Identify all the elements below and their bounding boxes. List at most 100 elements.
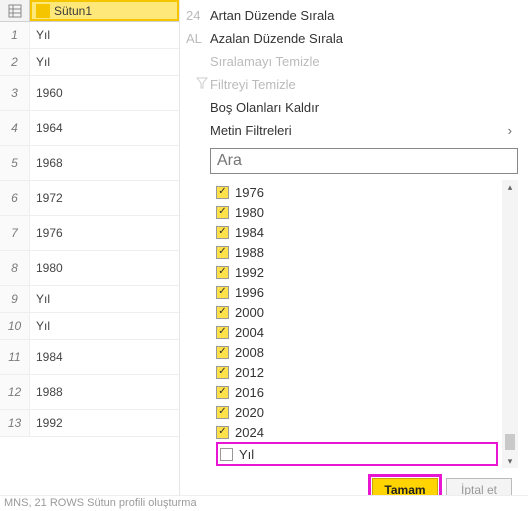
filter-value-label: 1988 bbox=[235, 245, 264, 260]
funnel-icon bbox=[196, 77, 210, 89]
row-number: 2 bbox=[0, 49, 30, 75]
remove-empty[interactable]: Boş Olanları Kaldır bbox=[190, 96, 518, 119]
row-number: 7 bbox=[0, 216, 30, 250]
row-number: 13 bbox=[0, 410, 30, 436]
row-number: 3 bbox=[0, 76, 30, 110]
filter-value-label: 2008 bbox=[235, 345, 264, 360]
filter-value-item[interactable]: ✓ 2024 bbox=[216, 422, 498, 442]
table-row[interactable]: 9Yıl bbox=[0, 286, 179, 313]
cell-value: Yıl bbox=[30, 286, 179, 312]
cell-value: 1972 bbox=[30, 181, 179, 215]
row-number: 1 bbox=[0, 22, 30, 48]
cell-value: 1960 bbox=[30, 76, 179, 110]
table-row[interactable]: 111984 bbox=[0, 340, 179, 375]
table-row[interactable]: 1Yıl bbox=[0, 22, 179, 49]
cell-value: 1968 bbox=[30, 146, 179, 180]
row-number: 6 bbox=[0, 181, 30, 215]
row-number: 9 bbox=[0, 286, 30, 312]
filter-value-item[interactable]: ✓ 1996 bbox=[216, 282, 498, 302]
filter-value-item[interactable]: ✓ 1980 bbox=[216, 202, 498, 222]
filter-value-label: 1980 bbox=[235, 205, 264, 220]
table-row[interactable]: 41964 bbox=[0, 111, 179, 146]
filter-value-item[interactable]: ✓ 2020 bbox=[216, 402, 498, 422]
checkbox-icon: ✓ bbox=[216, 186, 229, 199]
search-input[interactable] bbox=[210, 148, 518, 174]
table-row[interactable]: 121988 bbox=[0, 375, 179, 410]
checkbox-icon: ✓ bbox=[216, 326, 229, 339]
table-row[interactable]: 51968 bbox=[0, 146, 179, 181]
checkbox-icon bbox=[220, 448, 233, 461]
cell-value: 1984 bbox=[30, 340, 179, 374]
filter-value-label: 2024 bbox=[235, 425, 264, 440]
filter-value-label: 2012 bbox=[235, 365, 264, 380]
checkbox-icon: ✓ bbox=[216, 406, 229, 419]
table-row[interactable]: 71976 bbox=[0, 216, 179, 251]
filter-value-item[interactable]: ✓ 2004 bbox=[216, 322, 498, 342]
filter-value-label: 1996 bbox=[235, 285, 264, 300]
scroll-up-icon[interactable]: ▴ bbox=[502, 180, 518, 194]
row-number: 8 bbox=[0, 251, 30, 285]
filter-value-label: 2020 bbox=[235, 405, 264, 420]
filter-value-item[interactable]: ✓ 1984 bbox=[216, 222, 498, 242]
scroll-thumb[interactable] bbox=[505, 434, 515, 450]
row-number: 10 bbox=[0, 313, 30, 339]
filter-value-item[interactable]: ✓ 1976 bbox=[216, 182, 498, 202]
filter-value-item[interactable]: ✓ 2008 bbox=[216, 342, 498, 362]
sort-ascending[interactable]: 24 Artan Düzende Sırala bbox=[190, 4, 518, 27]
column-header[interactable]: Sütun1 bbox=[30, 0, 179, 21]
sort-asc-icon: 24 bbox=[186, 8, 200, 23]
filter-value-label: 2004 bbox=[235, 325, 264, 340]
clear-filter: Filtreyi Temizle bbox=[190, 73, 518, 96]
checkbox-icon: ✓ bbox=[216, 266, 229, 279]
checkbox-icon: ✓ bbox=[216, 286, 229, 299]
checkbox-icon: ✓ bbox=[216, 306, 229, 319]
checkbox-icon: ✓ bbox=[216, 346, 229, 359]
table-row[interactable]: 10Yıl bbox=[0, 313, 179, 340]
cell-value: 1976 bbox=[30, 216, 179, 250]
checkbox-icon: ✓ bbox=[216, 386, 229, 399]
filter-menu: 24 Artan Düzende Sırala AL Azalan Düzend… bbox=[180, 0, 528, 495]
text-filters[interactable]: Metin Filtreleri bbox=[190, 119, 518, 142]
checkbox-icon: ✓ bbox=[216, 226, 229, 239]
sort-descending[interactable]: AL Azalan Düzende Sırala bbox=[190, 27, 518, 50]
checkbox-icon: ✓ bbox=[216, 426, 229, 439]
table-row[interactable]: 31960 bbox=[0, 76, 179, 111]
scroll-down-icon[interactable]: ▾ bbox=[502, 454, 518, 468]
cell-value: 1988 bbox=[30, 375, 179, 409]
checkbox-icon: ✓ bbox=[216, 246, 229, 259]
filter-value-label: 1984 bbox=[235, 225, 264, 240]
filter-value-item[interactable]: ✓ 1992 bbox=[216, 262, 498, 282]
cell-value: Yıl bbox=[30, 313, 179, 339]
filter-value-label: 1992 bbox=[235, 265, 264, 280]
cell-value: 1992 bbox=[30, 410, 179, 436]
status-bar: MNS, 21 ROWS Sütun profili oluşturma bbox=[0, 495, 528, 511]
filter-value-item[interactable]: ✓ 2000 bbox=[216, 302, 498, 322]
cell-value: 1980 bbox=[30, 251, 179, 285]
filter-value-label: 1976 bbox=[235, 185, 264, 200]
table-row[interactable]: 2Yıl bbox=[0, 49, 179, 76]
row-number: 12 bbox=[0, 375, 30, 409]
filter-value-label: 2016 bbox=[235, 385, 264, 400]
cell-value: Yıl bbox=[30, 22, 179, 48]
filter-value-label: 2000 bbox=[235, 305, 264, 320]
filter-value-item[interactable]: ✓2012 bbox=[216, 362, 498, 382]
sort-desc-icon: AL bbox=[186, 31, 200, 46]
filter-value-item[interactable]: ✓ 2016 bbox=[216, 382, 498, 402]
filter-value-item[interactable]: Yıl bbox=[216, 442, 498, 466]
column-header-label: Sütun1 bbox=[54, 4, 92, 18]
select-all-corner[interactable] bbox=[0, 0, 30, 21]
data-grid: Sütun1 1Yıl2Yıl3196041964519686197271976… bbox=[0, 0, 180, 495]
cell-value: 1964 bbox=[30, 111, 179, 145]
table-row[interactable]: 61972 bbox=[0, 181, 179, 216]
table-row[interactable]: 81980 bbox=[0, 251, 179, 286]
scrollbar[interactable]: ▴ ▾ bbox=[502, 180, 518, 468]
row-number: 5 bbox=[0, 146, 30, 180]
row-number: 4 bbox=[0, 111, 30, 145]
cell-value: Yıl bbox=[30, 49, 179, 75]
checkbox-icon: ✓ bbox=[216, 206, 229, 219]
filter-value-item[interactable]: ✓ 1988 bbox=[216, 242, 498, 262]
table-icon bbox=[8, 4, 22, 18]
table-row[interactable]: 131992 bbox=[0, 410, 179, 437]
row-number: 11 bbox=[0, 340, 30, 374]
filter-values-list: ✓ 1976 ✓ 1980 ✓ 1984 ✓ 1988 ✓ 1992 ✓ 1996 ✓ 2000 ✓ 2004… bbox=[210, 180, 498, 468]
